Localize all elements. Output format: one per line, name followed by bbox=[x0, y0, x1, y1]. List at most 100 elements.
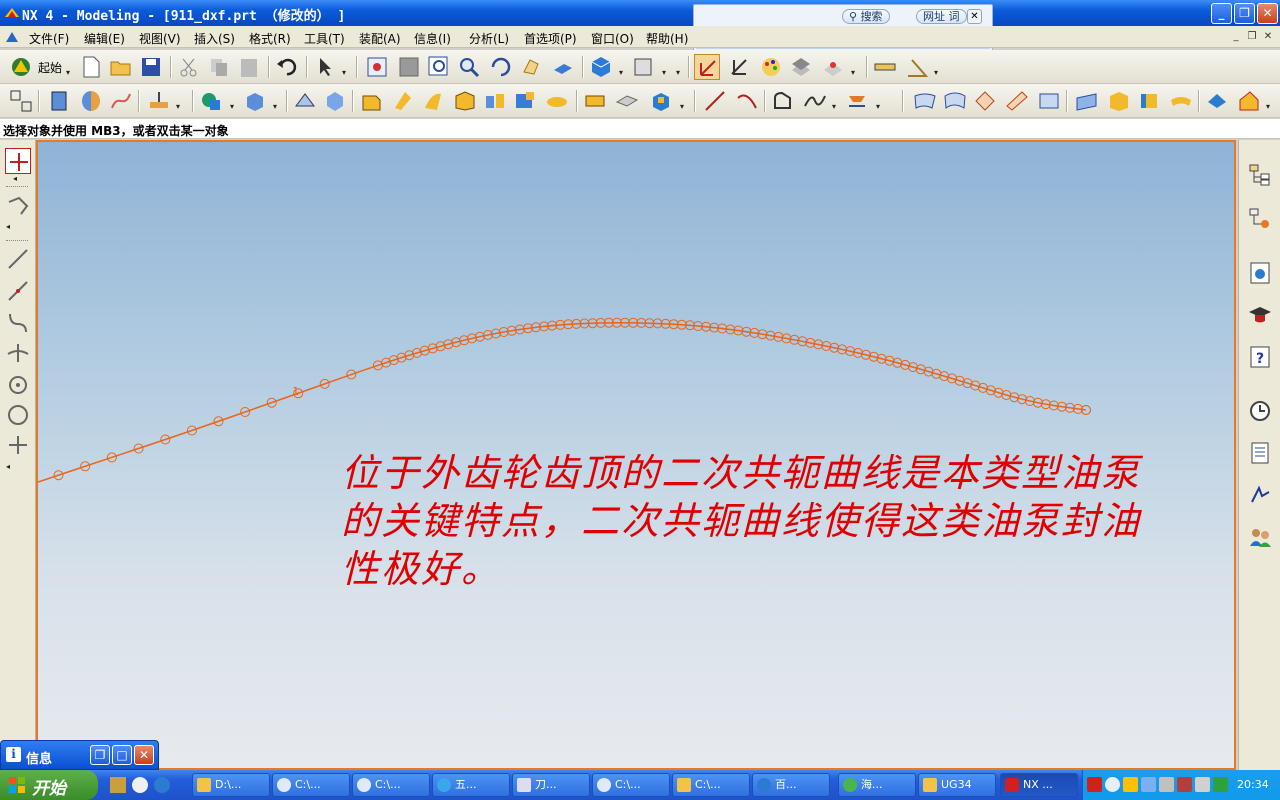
fit-view-button[interactable] bbox=[364, 54, 390, 80]
ruled-surface-button[interactable] bbox=[912, 88, 938, 114]
tray-input-icon[interactable] bbox=[1177, 777, 1192, 792]
basic-curves-button[interactable] bbox=[770, 88, 796, 114]
chevron-down-icon[interactable]: ▾ bbox=[662, 68, 666, 77]
task-document[interactable]: 刀... bbox=[512, 773, 590, 797]
save-button[interactable] bbox=[138, 54, 164, 80]
revolve-button[interactable] bbox=[78, 88, 104, 114]
chevron-down-icon[interactable]: ▾ bbox=[832, 102, 836, 111]
draft-button[interactable] bbox=[292, 88, 318, 114]
instance-button[interactable] bbox=[648, 88, 674, 114]
sew-button[interactable] bbox=[1106, 88, 1132, 114]
chevron-down-icon[interactable]: ▾ bbox=[619, 68, 623, 77]
boolean-button[interactable] bbox=[198, 88, 224, 114]
datum-plane-button[interactable] bbox=[146, 88, 172, 114]
graphics-window[interactable]: 1 位于外齿轮齿顶的二次共轭曲线是本类型油泵的关键特点，二次共轭曲线使得这类油泵… bbox=[36, 140, 1236, 770]
zoom-window-button[interactable] bbox=[396, 54, 422, 80]
mdi-close-button[interactable]: ✕ bbox=[1262, 31, 1274, 43]
info-close-button[interactable]: ✕ bbox=[134, 745, 154, 765]
task-browser[interactable]: 百... bbox=[752, 773, 830, 797]
start-button[interactable]: 开始 bbox=[0, 770, 98, 800]
chevron-down-icon[interactable]: ▾ bbox=[1266, 102, 1270, 111]
menu-edit[interactable]: 编辑(E) bbox=[84, 30, 125, 47]
orient-view-button[interactable] bbox=[630, 54, 656, 80]
minimize-button[interactable]: _ bbox=[1211, 3, 1232, 24]
training-button[interactable] bbox=[1247, 302, 1273, 328]
line-button[interactable] bbox=[702, 88, 728, 114]
chevron-down-icon[interactable]: ▾ bbox=[230, 102, 234, 111]
system-materials-button[interactable] bbox=[1247, 440, 1273, 466]
scale-body-button[interactable] bbox=[582, 88, 608, 114]
pattern-button[interactable] bbox=[482, 88, 508, 114]
wcs-dynamics-button[interactable] bbox=[726, 54, 752, 80]
paste-button[interactable] bbox=[236, 54, 262, 80]
task-folder-d[interactable]: D:\... bbox=[192, 773, 270, 797]
wcs-button[interactable] bbox=[694, 54, 720, 80]
menu-file[interactable]: 文件(F) bbox=[29, 30, 69, 47]
extrude-button[interactable] bbox=[46, 88, 72, 114]
undo-button[interactable] bbox=[274, 54, 300, 80]
search-button[interactable]: ⚲ 搜索 bbox=[842, 9, 890, 24]
offset-face-button[interactable] bbox=[544, 88, 570, 114]
curve-tool-button[interactable] bbox=[5, 310, 31, 336]
new-file-button[interactable] bbox=[78, 54, 104, 80]
sketch-button[interactable] bbox=[8, 88, 34, 114]
menu-insert[interactable]: 插入(S) bbox=[194, 30, 235, 47]
quicklaunch-app-icon[interactable] bbox=[132, 777, 148, 793]
circle-center-button[interactable] bbox=[5, 372, 31, 398]
history-button[interactable] bbox=[1247, 398, 1273, 424]
tray-network-icon[interactable] bbox=[1141, 777, 1156, 792]
tray-volume-icon[interactable] bbox=[1159, 777, 1174, 792]
layer-settings-button[interactable] bbox=[788, 54, 814, 80]
menu-format[interactable]: 格式(R) bbox=[249, 30, 291, 47]
chevron-down-icon[interactable]: ▾ bbox=[876, 102, 880, 111]
tray-arrow-icon[interactable] bbox=[1105, 777, 1120, 792]
chevron-down-icon[interactable]: ◂ bbox=[6, 222, 10, 231]
spline-button[interactable] bbox=[802, 88, 828, 114]
tray-usb-icon[interactable] bbox=[1195, 777, 1210, 792]
selection-filter-button[interactable] bbox=[312, 54, 338, 80]
hole-button[interactable] bbox=[390, 88, 416, 114]
task-search-c1[interactable]: C:\... bbox=[272, 773, 350, 797]
chevron-down-icon[interactable]: ▾ bbox=[680, 102, 684, 111]
chevron-down-icon[interactable]: ▾ bbox=[851, 68, 855, 77]
line-through-point-button[interactable] bbox=[5, 278, 31, 304]
restore-button[interactable]: ❐ bbox=[1234, 3, 1255, 24]
thicken-button[interactable] bbox=[1136, 88, 1162, 114]
open-file-button[interactable] bbox=[108, 54, 134, 80]
perspective-button[interactable] bbox=[550, 54, 576, 80]
color-palette-button[interactable] bbox=[758, 54, 784, 80]
tangent-tool-button[interactable] bbox=[5, 340, 31, 366]
info-restore-button[interactable]: ❐ bbox=[90, 745, 110, 765]
rotate-button[interactable] bbox=[488, 54, 514, 80]
menu-preferences[interactable]: 首选项(P) bbox=[524, 30, 577, 47]
roles-button[interactable] bbox=[1247, 524, 1273, 550]
circle-button[interactable] bbox=[5, 402, 31, 428]
task-messenger[interactable]: 海... bbox=[838, 773, 916, 797]
menu-info[interactable]: 信息(I) bbox=[414, 30, 451, 47]
help-button[interactable]: ? bbox=[1247, 344, 1273, 370]
task-search-c3[interactable]: C:\... bbox=[592, 773, 670, 797]
menu-view[interactable]: 视图(V) bbox=[139, 30, 181, 47]
chevron-down-icon[interactable]: ▾ bbox=[676, 68, 680, 77]
chevron-down-icon[interactable]: ▾ bbox=[176, 102, 180, 111]
chamfer-button[interactable] bbox=[358, 88, 384, 114]
measure-distance-button[interactable] bbox=[872, 54, 898, 80]
chevron-down-icon[interactable]: ▾ bbox=[342, 68, 346, 77]
zoom-in-out-button[interactable] bbox=[456, 54, 482, 80]
chevron-down-icon[interactable]: ◂ bbox=[13, 174, 17, 183]
close-button[interactable]: ✕ bbox=[1257, 3, 1278, 24]
web-browser-button[interactable] bbox=[1247, 260, 1273, 286]
wave-link-button[interactable] bbox=[1236, 88, 1262, 114]
process-studio-button[interactable] bbox=[1247, 482, 1273, 508]
pan-button[interactable] bbox=[518, 54, 544, 80]
tray-qq-icon[interactable] bbox=[1123, 777, 1138, 792]
cut-button[interactable] bbox=[176, 54, 202, 80]
task-chat[interactable]: 五... bbox=[432, 773, 510, 797]
quicklaunch-browser-icon[interactable] bbox=[154, 777, 170, 793]
task-search-c2[interactable]: C:\... bbox=[352, 773, 430, 797]
zoom-button[interactable] bbox=[426, 54, 452, 80]
start-menu-button[interactable] bbox=[8, 54, 34, 80]
offset-surface-button[interactable] bbox=[1074, 88, 1100, 114]
chevron-down-icon[interactable]: ◂ bbox=[6, 462, 10, 471]
close-search-bar-icon[interactable]: ✕ bbox=[967, 9, 982, 24]
